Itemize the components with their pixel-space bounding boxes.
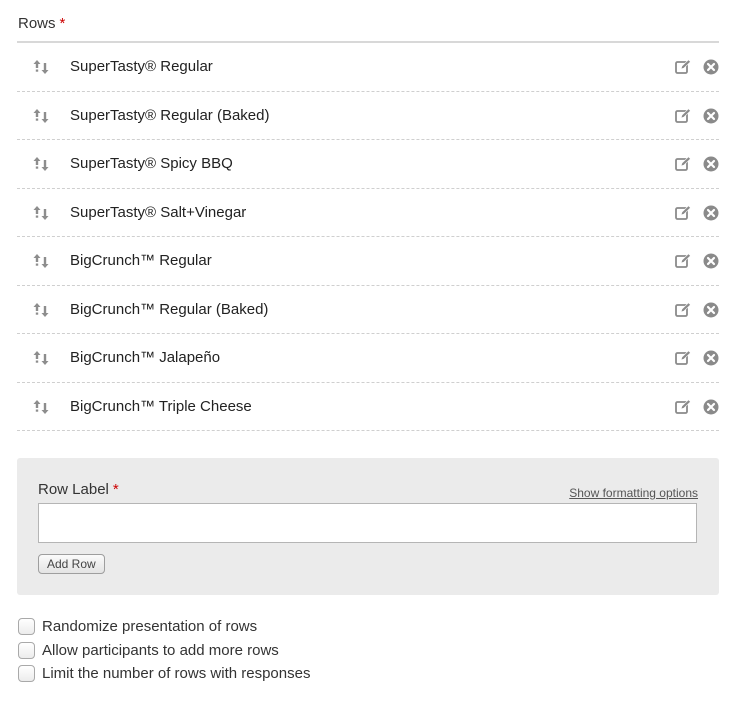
rows-list: SuperTasty® Regular SuperTasty® Regular … <box>17 43 719 431</box>
sort-arrows-icon[interactable] <box>32 155 50 173</box>
row-label: BigCrunch™ Regular (Baked) <box>70 300 269 318</box>
row-item: SuperTasty® Salt+Vinegar <box>17 189 719 237</box>
edit-icon[interactable] <box>675 253 691 269</box>
row-item: BigCrunch™ Regular (Baked) <box>17 286 719 334</box>
rows-section-title: Rows * <box>18 15 65 32</box>
row-label-title-text: Row Label <box>38 481 109 498</box>
add-row-panel: Row Label * Show formatting options Add R… <box>17 458 719 595</box>
edit-icon[interactable] <box>675 350 691 366</box>
close-circle-icon[interactable] <box>703 399 719 415</box>
close-circle-icon[interactable] <box>703 253 719 269</box>
row-label: BigCrunch™ Jalapeño <box>70 349 221 366</box>
sort-arrows-icon[interactable] <box>32 301 50 319</box>
limit-rows-checkbox[interactable] <box>18 665 35 682</box>
row-item: BigCrunch™ Jalapeño <box>17 334 719 383</box>
sort-arrows-icon[interactable] <box>32 349 50 367</box>
edit-icon[interactable] <box>675 59 691 75</box>
row-label: SuperTasty® Regular (Baked) <box>70 106 270 124</box>
option-label: Limit the number of rows with responses <box>42 665 311 682</box>
row-item: BigCrunch™ Regular <box>17 237 719 286</box>
randomize-rows-checkbox[interactable] <box>18 618 35 635</box>
row-label: SuperTasty® Spicy BBQ <box>70 155 233 172</box>
option-label: Randomize presentation of rows <box>42 618 258 635</box>
edit-icon[interactable] <box>675 204 691 221</box>
sort-arrows-icon[interactable] <box>32 252 50 270</box>
row-item: SuperTasty® Regular (Baked) <box>17 92 719 140</box>
close-circle-icon[interactable] <box>703 302 719 318</box>
rows-title-text: Rows <box>18 15 56 32</box>
edit-icon[interactable] <box>675 398 691 415</box>
row-label: BigCrunch™ Triple Cheese <box>70 397 252 415</box>
row-label: SuperTasty® Salt+Vinegar <box>70 203 247 221</box>
close-circle-icon[interactable] <box>703 350 719 366</box>
show-formatting-options-link[interactable]: Show formatting options <box>569 486 698 500</box>
option-label: Allow participants to add more rows <box>42 641 279 659</box>
row-label-title: Row Label * <box>38 481 119 498</box>
allow-add-rows-checkbox[interactable] <box>18 641 35 659</box>
edit-icon[interactable] <box>675 107 691 124</box>
rows-editor: Rows * SuperTasty® Regular SuperTasty® Re… <box>0 0 750 702</box>
add-row-button[interactable]: Add Row <box>38 554 105 574</box>
edit-icon[interactable] <box>675 301 691 318</box>
row-label: BigCrunch™ Regular <box>70 252 212 269</box>
row-item: SuperTasty® Spicy BBQ <box>17 140 719 189</box>
edit-icon[interactable] <box>675 156 691 172</box>
sort-arrows-icon[interactable] <box>32 204 50 222</box>
row-label: SuperTasty® Regular <box>70 58 213 75</box>
row-label-input[interactable] <box>38 503 697 543</box>
row-item: SuperTasty® Regular <box>17 43 719 92</box>
close-circle-icon[interactable] <box>703 205 719 221</box>
close-circle-icon[interactable] <box>703 156 719 172</box>
row-item: BigCrunch™ Triple Cheese <box>17 383 719 431</box>
sort-arrows-icon[interactable] <box>32 107 50 125</box>
close-circle-icon[interactable] <box>703 59 719 75</box>
required-asterisk: * <box>59 15 66 32</box>
close-circle-icon[interactable] <box>703 108 719 124</box>
required-asterisk: * <box>112 481 119 498</box>
sort-arrows-icon[interactable] <box>32 58 50 76</box>
sort-arrows-icon[interactable] <box>32 398 50 416</box>
